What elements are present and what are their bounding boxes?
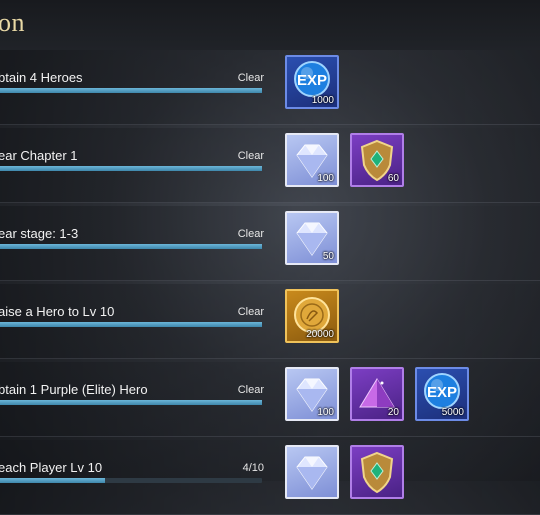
progress-fill: [0, 244, 262, 249]
mission-row: ear Chapter 1 Clear 100 60: [0, 128, 540, 203]
mission-label: each Player Lv 10: [0, 460, 103, 475]
progress-bar: [0, 322, 262, 327]
reward-item[interactable]: [350, 445, 404, 499]
reward-quantity: 100: [317, 173, 334, 184]
mission-status: Clear: [237, 72, 264, 84]
reward-item[interactable]: 50: [285, 211, 339, 265]
progress-fill: [0, 400, 262, 405]
mission-row: btain 4 Heroes Clear EXP 1000: [0, 50, 540, 125]
mission-status: Clear: [237, 306, 264, 318]
reward-quantity: 60: [387, 173, 399, 184]
mission-label: ear Chapter 1: [0, 148, 78, 163]
svg-text:EXP: EXP: [427, 384, 457, 401]
progress-fill: [0, 88, 262, 93]
mission-label: btain 4 Heroes: [0, 70, 83, 85]
mission-row: ear stage: 1-3 Clear 50: [0, 206, 540, 281]
svg-text:EXP: EXP: [297, 72, 327, 89]
reward-quantity: 100: [317, 407, 334, 418]
reward-item[interactable]: 20: [350, 367, 404, 421]
progress-fill: [0, 166, 262, 171]
progress-bar: [0, 88, 262, 93]
header: on: [0, 0, 540, 50]
progress-bar: [0, 400, 262, 405]
mission-label: ear stage: 1-3: [0, 226, 79, 241]
reward-quantity: 20000: [306, 329, 334, 340]
mission-status: Clear: [237, 150, 264, 162]
reward-item[interactable]: [285, 445, 339, 499]
progress-bar: [0, 166, 262, 171]
reward-item[interactable]: 60: [350, 133, 404, 187]
mission-status: Clear: [237, 228, 264, 240]
mission-label: aise a Hero to Lv 10: [0, 304, 115, 319]
progress-fill: [0, 322, 262, 327]
reward-item[interactable]: EXP 5000: [415, 367, 469, 421]
page-title: on: [0, 8, 25, 37]
reward-quantity: 50: [322, 251, 334, 262]
mission-status: Clear: [237, 384, 264, 396]
reward-quantity: 1000: [311, 95, 334, 106]
mission-label: btain 1 Purple (Elite) Hero: [0, 382, 148, 397]
mission-row: btain 1 Purple (Elite) Hero Clear 100 20 EXP…: [0, 362, 540, 437]
mission-status: 4/10: [242, 462, 264, 474]
reward-quantity: 5000: [441, 407, 464, 418]
reward-item[interactable]: 20000: [285, 289, 339, 343]
reward-quantity: 20: [387, 407, 399, 418]
mission-row: each Player Lv 10 4/10: [0, 440, 540, 515]
mission-row: aise a Hero to Lv 10 Clear 20000: [0, 284, 540, 359]
reward-item[interactable]: 100: [285, 367, 339, 421]
progress-bar: [0, 244, 262, 249]
reward-item[interactable]: EXP 1000: [285, 55, 339, 109]
reward-item[interactable]: 100: [285, 133, 339, 187]
